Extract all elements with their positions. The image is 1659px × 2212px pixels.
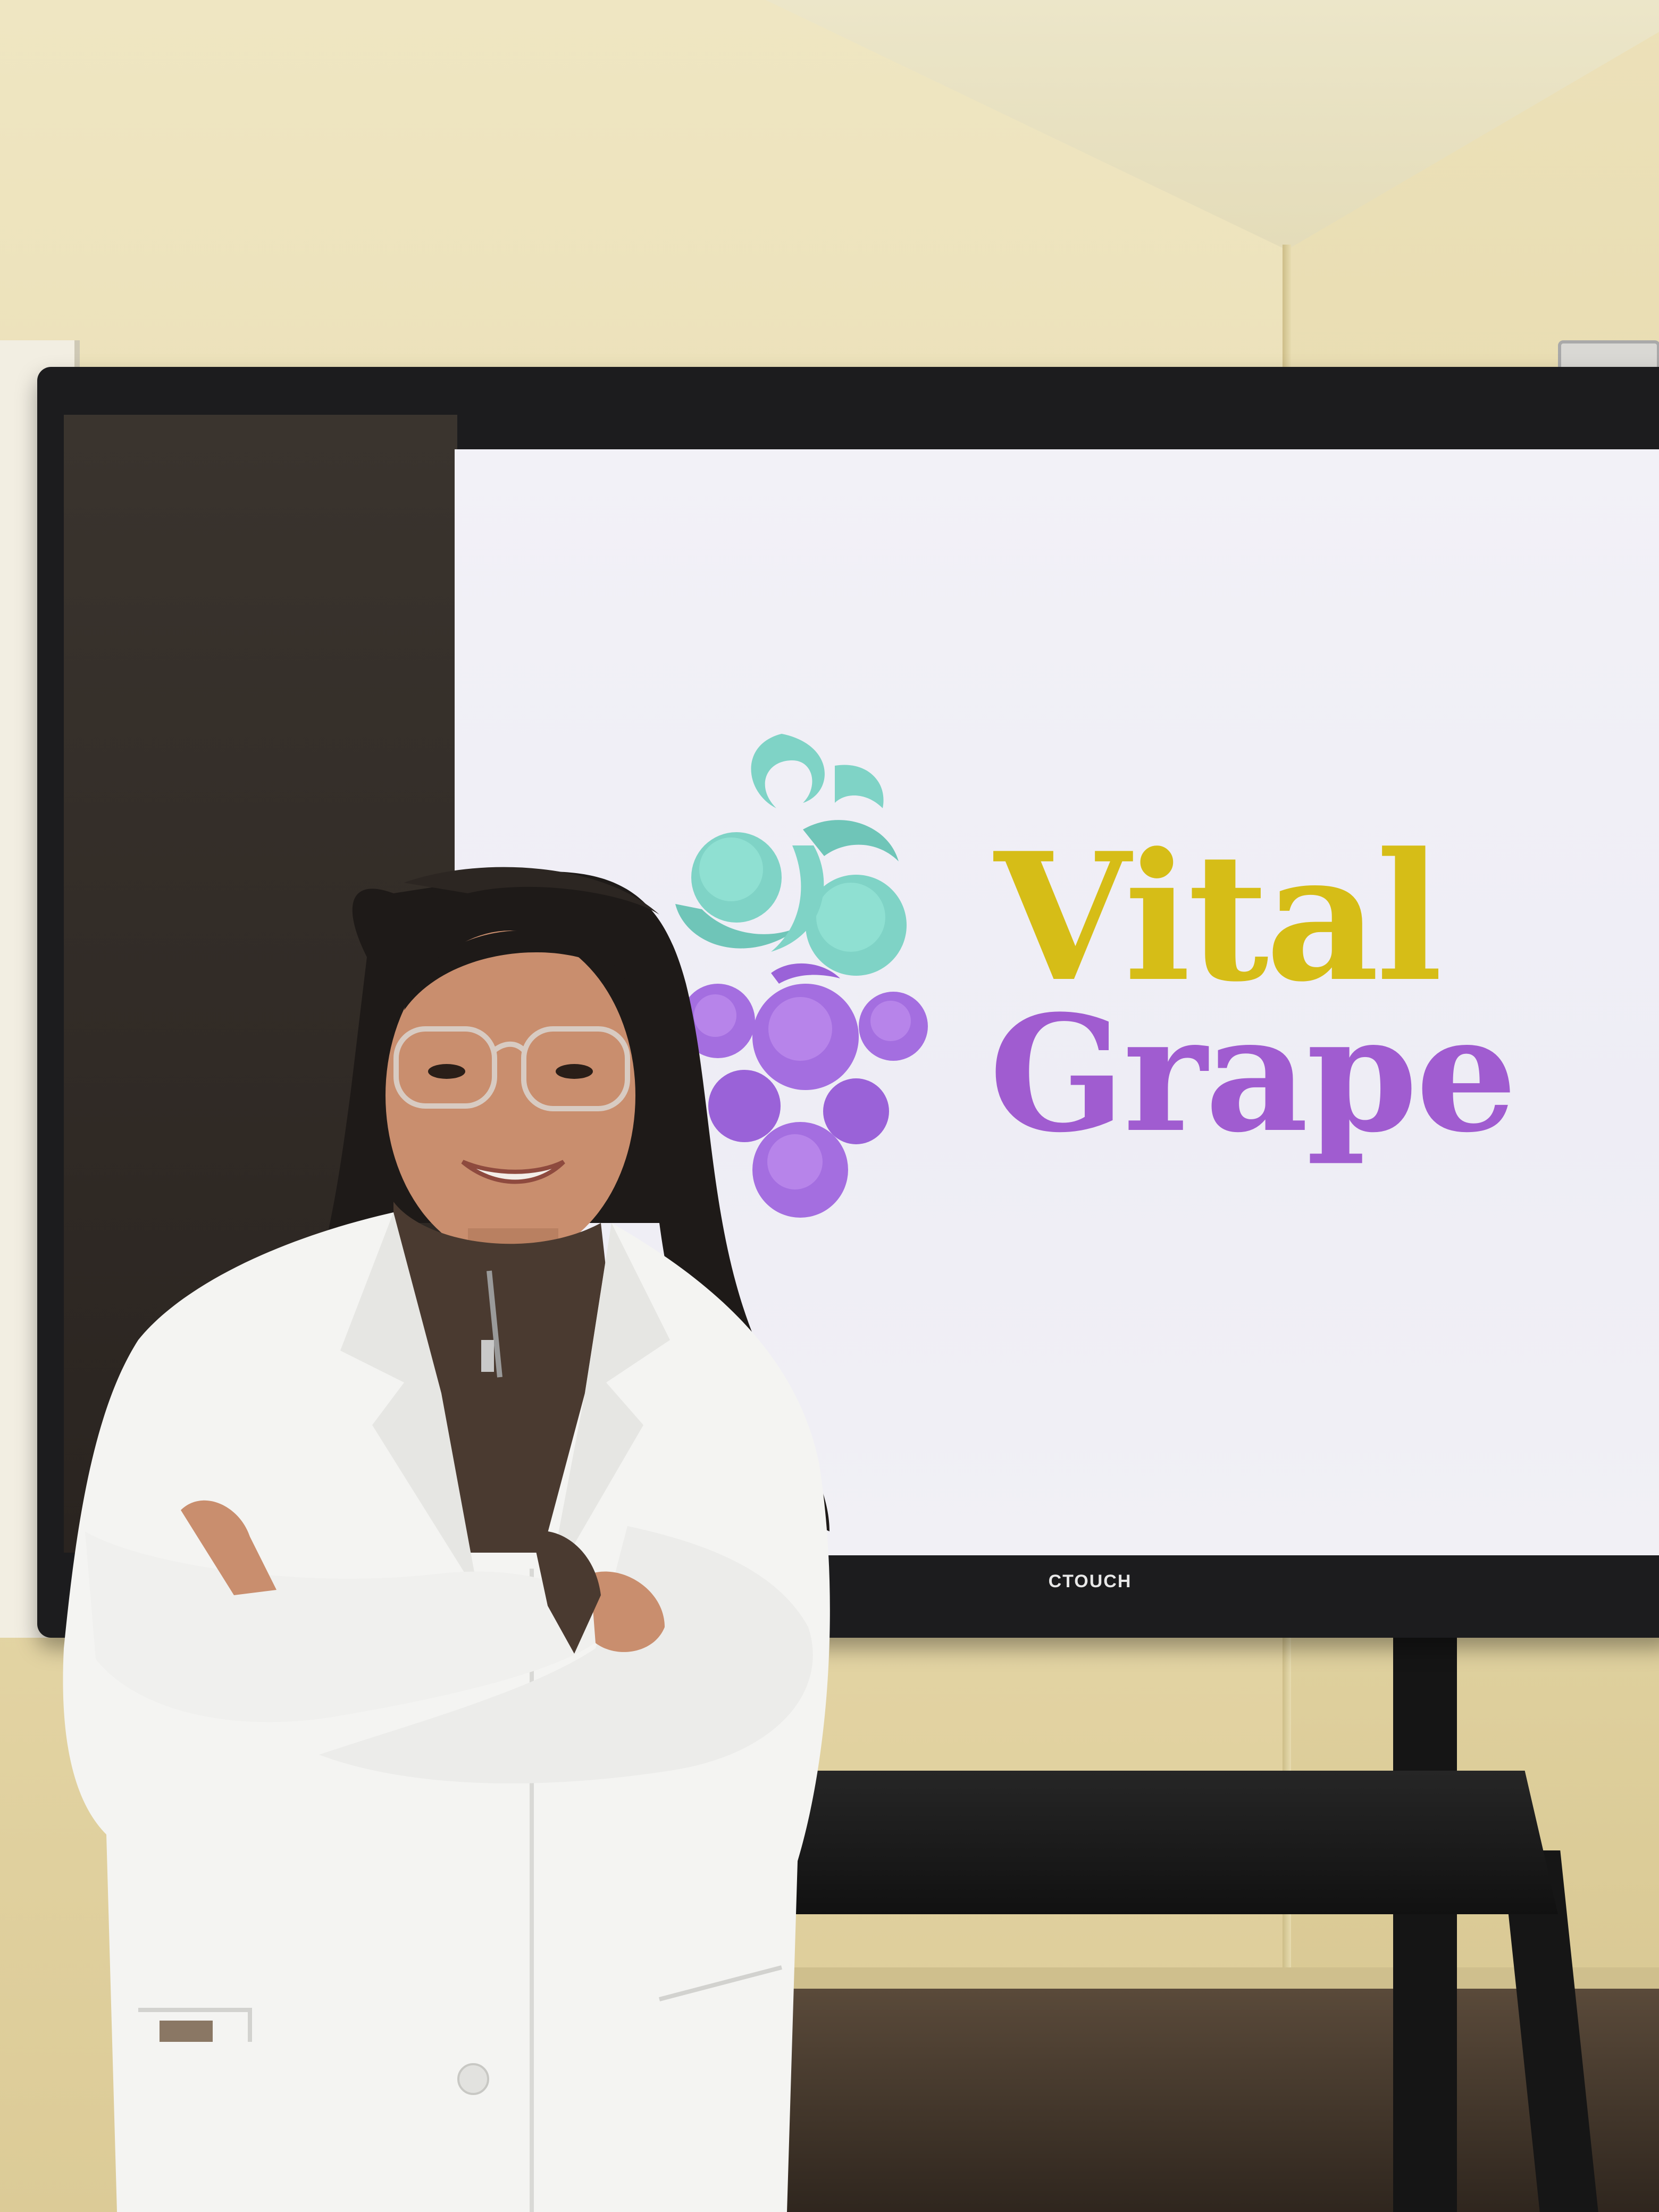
photo-scene: CTOUCH Vital Grape [0, 0, 1659, 2212]
person-in-lab-coat [63, 867, 830, 2212]
